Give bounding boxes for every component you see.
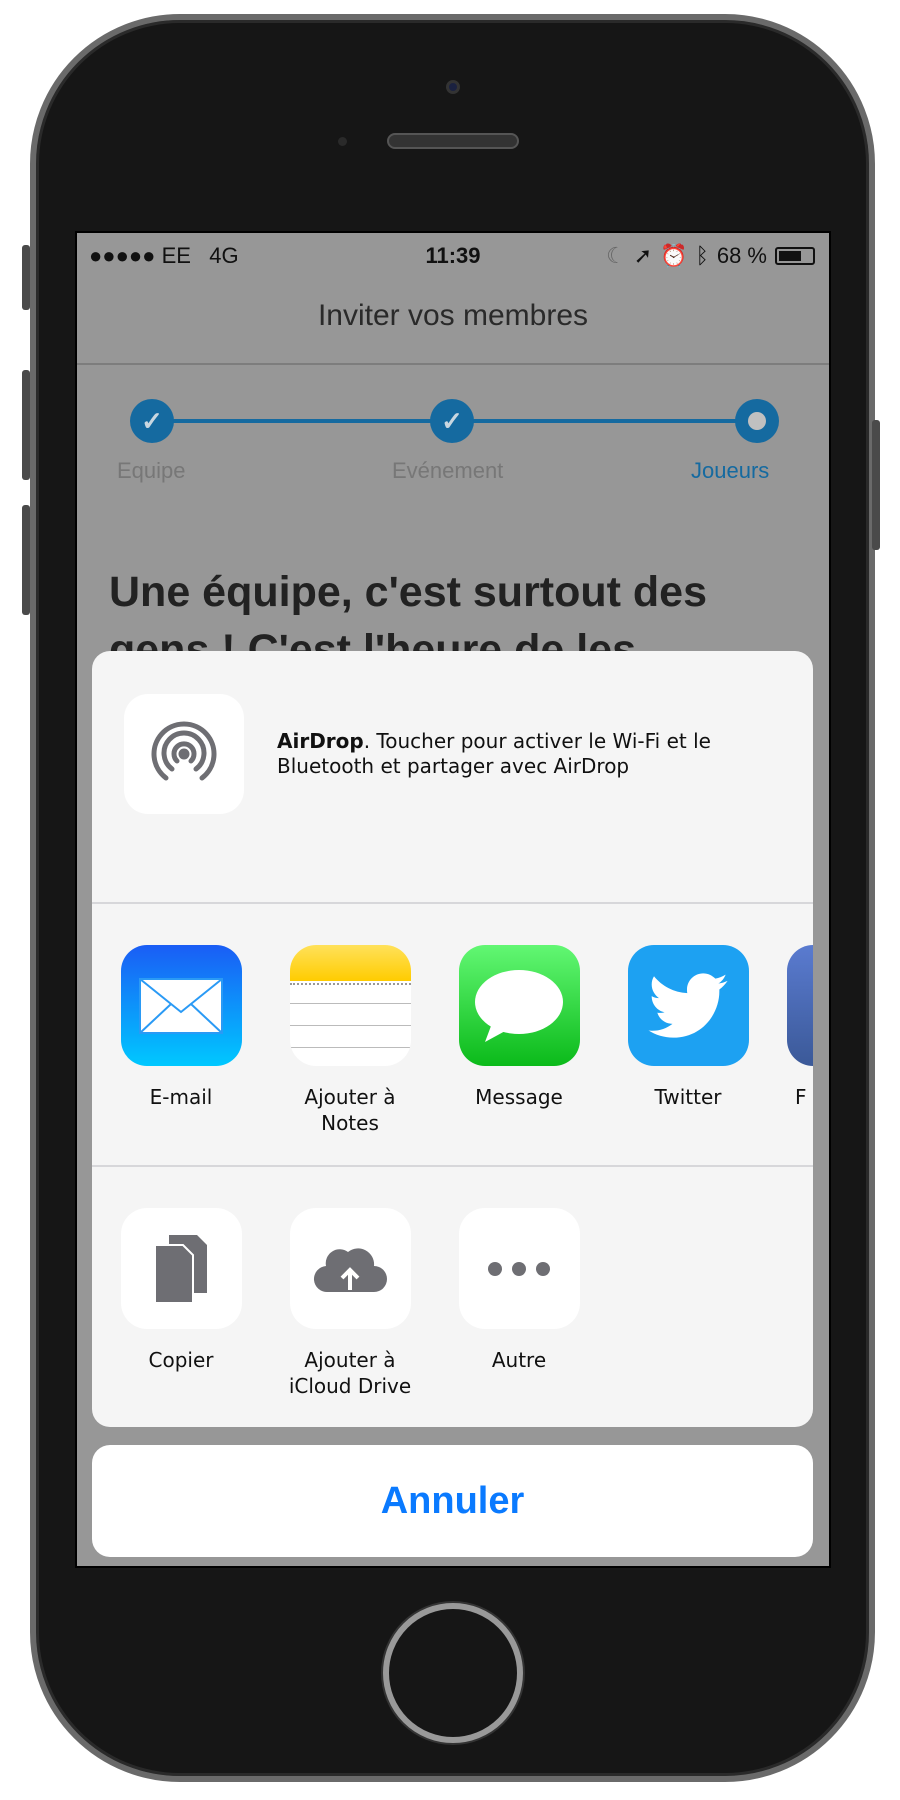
battery-percent: 68 % xyxy=(716,243,767,268)
step-label: Evénement xyxy=(392,458,504,483)
battery-icon xyxy=(775,247,815,265)
share-app-notes[interactable]: Ajouter à Notes xyxy=(280,945,420,1136)
action-copy[interactable]: Copier xyxy=(111,1208,251,1373)
step-equipe: ✓ xyxy=(130,399,174,443)
copy-icon xyxy=(120,1208,242,1329)
check-icon: ✓ xyxy=(141,406,163,436)
mute-switch xyxy=(22,245,30,310)
facebook-icon xyxy=(787,945,813,1066)
cancel-button[interactable]: Annuler xyxy=(92,1445,813,1557)
volume-up-button xyxy=(22,370,30,480)
alarm-icon: ⏰ xyxy=(660,243,688,268)
icloud-upload-icon xyxy=(289,1208,411,1329)
notes-icon xyxy=(289,945,411,1066)
twitter-icon xyxy=(627,945,749,1066)
share-sheet: AirDrop. Toucher pour activer le Wi-Fi e… xyxy=(92,651,813,1427)
step-label-current: Joueurs xyxy=(691,458,770,483)
more-icon xyxy=(458,1208,580,1329)
volume-down-button xyxy=(22,505,30,615)
home-button[interactable] xyxy=(383,1603,523,1743)
earpiece-speaker xyxy=(387,133,519,149)
airdrop-description[interactable]: AirDrop. Toucher pour activer le Wi-Fi e… xyxy=(277,729,747,779)
share-app-twitter[interactable]: Twitter xyxy=(618,945,758,1110)
share-app-messages[interactable]: Message xyxy=(449,945,589,1110)
airdrop-icon[interactable] xyxy=(124,694,244,814)
bluetooth-icon: ᛒ xyxy=(695,243,709,268)
action-more[interactable]: Autre xyxy=(449,1208,589,1373)
power-button xyxy=(872,420,880,550)
nav-divider xyxy=(77,363,829,365)
check-icon: ✓ xyxy=(441,406,463,436)
front-camera xyxy=(446,80,460,94)
step-evenement: ✓ xyxy=(430,399,474,443)
action-icloud-drive[interactable]: Ajouter à iCloud Drive xyxy=(280,1208,420,1399)
share-app-facebook[interactable]: F xyxy=(787,945,813,1110)
proximity-sensor xyxy=(338,137,347,146)
moon-icon: ☾ xyxy=(606,243,626,268)
messages-icon xyxy=(458,945,580,1066)
step-label: Equipe xyxy=(117,458,186,483)
divider xyxy=(92,1165,813,1167)
share-app-mail[interactable]: E-mail xyxy=(111,945,251,1110)
mail-icon xyxy=(120,945,242,1066)
step-joueurs xyxy=(735,399,779,443)
status-bar: ●●●●● EE 4G 11:39 ☾ ➚ ⏰ ᛒ 68 % xyxy=(77,243,829,271)
divider xyxy=(92,902,813,904)
location-icon: ➚ xyxy=(633,243,653,268)
page-title: Inviter vos membres xyxy=(317,299,589,332)
